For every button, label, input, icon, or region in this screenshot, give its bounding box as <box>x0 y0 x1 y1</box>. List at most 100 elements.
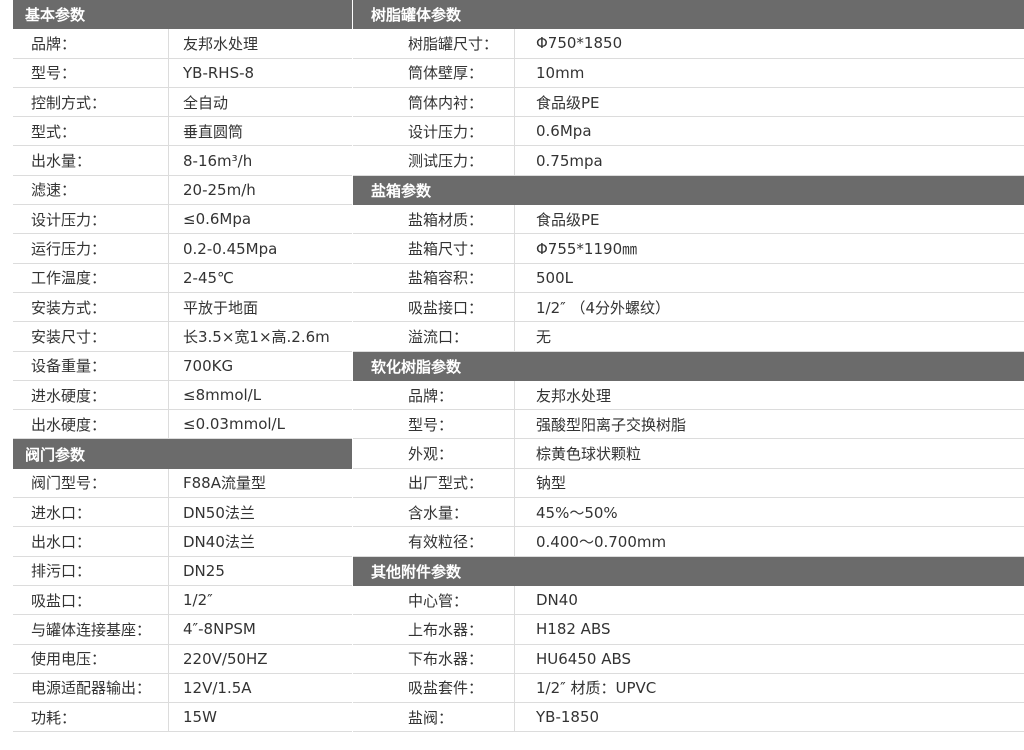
spec-sheet: 基本参数 品牌： 友邦水处理 型号： YB-RHS-8 控制方式： 全自动 型式： 垂直圆筒出… <box>0 0 1024 750</box>
row-value: DN40法兰 <box>183 532 255 551</box>
table-row: 进水口： DN50法兰 <box>13 498 352 528</box>
table-row: 下布水器： HU6450 ABS <box>353 644 1024 674</box>
row-value: 0.6Mpa <box>536 122 592 141</box>
row-value: 0.2-0.45Mpa <box>183 239 278 258</box>
row-value: 220V/50HZ <box>183 649 268 668</box>
row-value: 500L <box>536 268 573 287</box>
row-label: 溢流口： <box>353 322 515 351</box>
table-row: 吸盐套件： 1/2″ 材质：UPVC <box>353 673 1024 704</box>
row-value: 1/2″ <box>183 591 213 610</box>
table-row: 出厂型式： 钠型 <box>353 468 1024 499</box>
table-row: 品牌： 友邦水处理 <box>13 29 352 59</box>
resin-params-table: 品牌： 友邦水处理 型号： 强酸型阳离子交换树脂 外观： 棕黄色球状颗粒 出厂型式： 钠型 含水… <box>353 380 1024 557</box>
row-label: 筒体内衬： <box>353 87 515 117</box>
row-value: 平放于地面 <box>183 298 259 317</box>
row-value: 长3.5×宽1×高.2.6m <box>183 327 330 346</box>
row-label: 盐阀： <box>353 703 515 732</box>
row-value: ≤0.03mmol/L <box>183 415 285 434</box>
row-value: 食品级PE <box>536 210 600 229</box>
table-row: 安装尺寸： 长3.5×宽1×高.2.6m <box>13 322 352 352</box>
table-row: 排污口： DN25 <box>13 556 352 586</box>
row-label: 出水量： <box>13 146 169 176</box>
row-label: 筒体壁厚： <box>353 58 515 88</box>
row-label: 进水硬度： <box>13 380 169 410</box>
row-value: Φ755*1190㎜ <box>536 240 638 259</box>
row-label: 盐箱尺寸： <box>353 234 515 263</box>
tank-params-header: 树脂罐体参数 <box>353 0 1024 30</box>
table-row: 使用电压： 220V/50HZ <box>13 644 352 674</box>
table-row: 含水量： 45%～50% <box>353 498 1024 528</box>
tank-params-table: 树脂罐尺寸： Φ750*1850 筒体壁厚： 10mm 筒体内衬： 食品级PE 设计压力： 0… <box>353 29 1024 176</box>
table-row: 吸盐口： 1/2″ <box>13 585 352 616</box>
other-params-header: 其他附件参数 <box>353 556 1024 586</box>
row-label: 设备重量： <box>13 351 169 381</box>
row-value: DN50法兰 <box>183 503 255 522</box>
row-label: 型号： <box>353 410 515 439</box>
row-label: 下布水器： <box>353 644 515 674</box>
row-value: 友邦水处理 <box>536 386 612 405</box>
table-row: 中心管： DN40 <box>353 585 1024 616</box>
table-row: 盐阀： YB-1850 <box>353 703 1024 733</box>
row-label: 吸盐口： <box>13 585 169 615</box>
table-row: 溢流口： 无 <box>353 322 1024 352</box>
row-value: 无 <box>536 327 552 346</box>
row-label: 设计压力： <box>13 205 169 234</box>
row-label: 树脂罐尺寸： <box>353 29 515 58</box>
row-value: 12V/1.5A <box>183 678 252 697</box>
row-label: 与罐体连接基座： <box>13 615 169 644</box>
row-value: DN40 <box>536 591 578 610</box>
row-value: YB-RHS-8 <box>183 63 255 82</box>
table-row: 设计压力： ≤0.6Mpa <box>13 205 352 235</box>
table-row: 有效粒径： 0.400～0.700mm <box>353 527 1024 557</box>
row-label: 滤速： <box>13 175 169 205</box>
row-label: 品牌： <box>353 380 515 410</box>
row-value: 钠型 <box>536 474 567 493</box>
table-row: 运行压力： 0.2-0.45Mpa <box>13 234 352 264</box>
row-value: H182 ABS <box>536 620 611 639</box>
table-row: 与罐体连接基座： 4″-8NPSM <box>13 615 352 645</box>
row-label: 安装方式： <box>13 292 169 322</box>
valve-params-header: 阀门参数 <box>13 439 352 469</box>
table-row: 测试压力： 0.75mpa <box>353 146 1024 176</box>
row-value: 食品级PE <box>536 93 600 112</box>
row-label: 盐箱材质： <box>353 205 515 234</box>
row-value: 棕黄色球状颗粒 <box>536 445 642 464</box>
row-label: 吸盐套件： <box>353 673 515 703</box>
row-value: 2-45℃ <box>183 268 234 287</box>
row-label: 测试压力： <box>353 146 515 176</box>
row-value: 0.75mpa <box>536 151 603 170</box>
row-value: 全自动 <box>183 93 229 112</box>
row-label: 出厂型式： <box>353 468 515 498</box>
table-row: 进水硬度： ≤8mmol/L <box>13 380 352 411</box>
row-label: 控制方式： <box>13 87 169 117</box>
table-row: 上布水器： H182 ABS <box>353 615 1024 645</box>
row-value: 1/2″ 材质：UPVC <box>536 679 657 698</box>
resin-params-header: 软化树脂参数 <box>353 351 1024 381</box>
row-value: 1/2″ （4分外螺纹） <box>536 298 671 317</box>
row-value: 强酸型阳离子交换树脂 <box>536 415 687 434</box>
table-row: 功耗： 15W <box>13 703 352 733</box>
table-row: 筒体内衬： 食品级PE <box>353 87 1024 118</box>
other-params-table: 中心管： DN40 上布水器： H182 ABS 下布水器： HU6450 ABS 吸盐套件… <box>353 585 1024 733</box>
row-label: 使用电压： <box>13 644 169 674</box>
table-row: 树脂罐尺寸： Φ750*1850 <box>353 29 1024 59</box>
row-label: 型号： <box>13 58 169 88</box>
row-label: 工作温度： <box>13 263 169 293</box>
row-value: Φ750*1850 <box>536 34 623 53</box>
row-label: 功耗： <box>13 703 169 732</box>
row-label: 盐箱容积： <box>353 263 515 293</box>
table-row: 工作温度： 2-45℃ <box>13 263 352 293</box>
row-label: 上布水器： <box>353 615 515 644</box>
row-value: 700KG <box>183 356 234 375</box>
row-value: 8-16m³/h <box>183 151 253 170</box>
brine-params-table: 盐箱材质： 食品级PE 盐箱尺寸： Φ755*1190㎜盐箱容积： 500L 吸盐接口： 1… <box>353 205 1024 352</box>
basic-params-header: 基本参数 <box>13 0 352 30</box>
table-row: 吸盐接口： 1/2″ （4分外螺纹） <box>353 292 1024 323</box>
table-row: 盐箱材质： 食品级PE <box>353 205 1024 235</box>
row-value: F88A流量型 <box>183 474 266 493</box>
table-row: 盐箱容积： 500L <box>353 263 1024 293</box>
valve-params-table: 阀门型号： F88A流量型 进水口： DN50法兰 出水口： DN40法兰 排污口： DN25… <box>13 468 352 733</box>
row-label: 出水硬度： <box>13 410 169 439</box>
right-column: 树脂罐体参数 树脂罐尺寸： Φ750*1850 筒体壁厚： 10mm 筒体内衬： 食品级P… <box>353 0 1024 733</box>
row-value: 15W <box>183 708 217 727</box>
